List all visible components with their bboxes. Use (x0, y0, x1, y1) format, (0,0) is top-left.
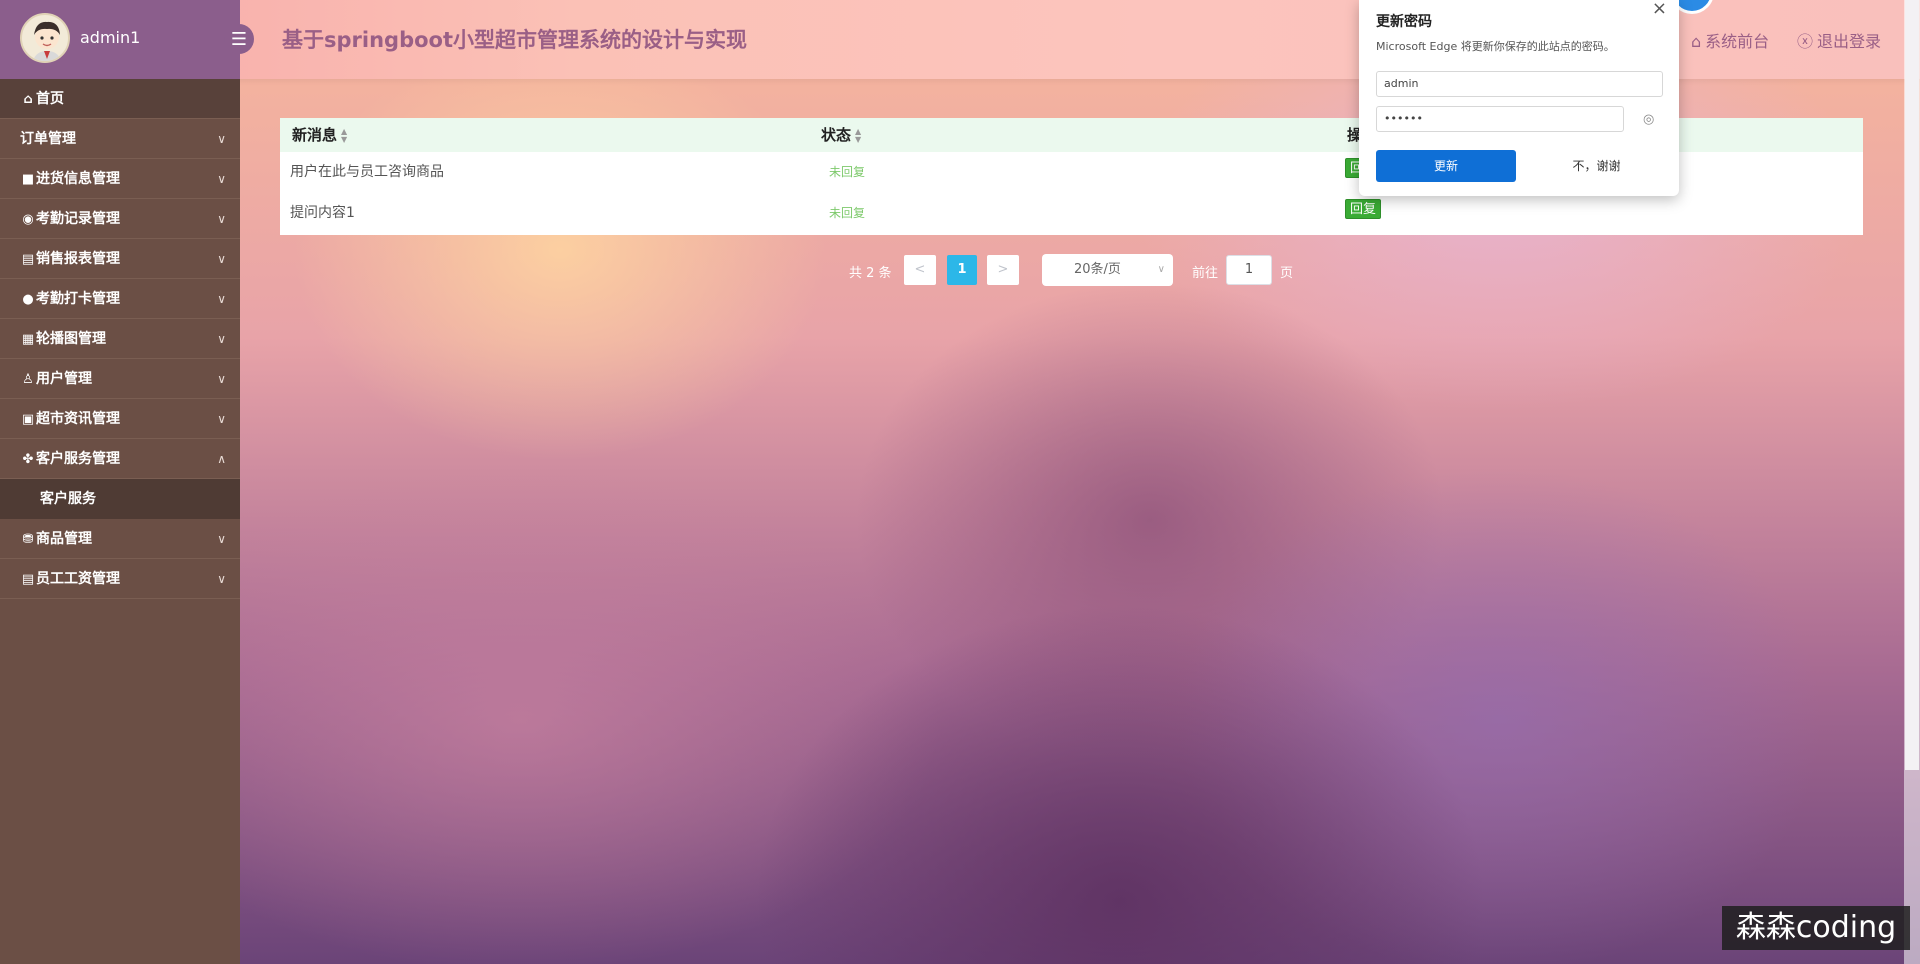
sidebar-item-goods[interactable]: ⛃ 商品管理 ∨ (0, 519, 240, 559)
chevron-down-icon: ∨ (217, 132, 226, 146)
sidebar-item-label: 超市资讯管理 (36, 411, 120, 427)
scrollbar-thumb[interactable] (1905, 0, 1919, 770)
sidebar-item-salary[interactable]: ▤ 员工工资管理 ∨ (0, 559, 240, 599)
avatar-icon (32, 21, 62, 61)
page-number-button[interactable]: 1 (947, 255, 977, 285)
chevron-down-icon: ∨ (217, 572, 226, 586)
service-icon: ✤ (22, 452, 34, 467)
salary-icon: ▤ (21, 572, 35, 587)
sidebar-item-news[interactable]: ▣ 超市资讯管理 ∨ (0, 399, 240, 439)
goto-page-input[interactable]: 1 (1226, 255, 1272, 285)
edge-password-popup: 更新密码 × Microsoft Edge 将更新你保存的此站点的密码。 adm… (1359, 0, 1679, 196)
hamburger-icon: ☰ (230, 28, 248, 50)
sort-icon[interactable]: ▲ ▼ (341, 127, 351, 144)
password-field[interactable]: •••••• (1376, 106, 1624, 132)
sidebar: ⌂ 首页 订单管理 ∨ ■ 进货信息管理 ∨ ◉ 考勤记录管理 ∨ ▤ 销售报表管理 ∨… (0, 79, 240, 964)
table-row: 提问内容1 未回复 回复 (280, 193, 1863, 234)
goto-label: 前往 (1192, 266, 1219, 281)
pagination: 共 2 条 < 1 > 20条/页 ∨ 前往 1 页 (0, 254, 1920, 286)
user-icon: ♙ (22, 372, 34, 387)
sidebar-subitem-customer-service[interactable]: 客户服务 (0, 479, 240, 519)
message-cell: 用户在此与员工咨询商品 (290, 164, 444, 180)
goods-icon: ⛃ (22, 532, 34, 547)
next-page-button[interactable]: > (987, 255, 1019, 285)
sidebar-item-label: 用户管理 (36, 371, 92, 387)
column-header-label: 新消息 (292, 126, 338, 144)
chevron-down-icon: ∨ (217, 332, 226, 346)
popup-description: Microsoft Edge 将更新你保存的此站点的密码。 (1376, 40, 1615, 53)
sidebar-item-label: 考勤记录管理 (36, 211, 120, 227)
sidebar-item-label: 首页 (36, 91, 64, 107)
page-size-select[interactable]: 20条/页 ∨ (1042, 254, 1173, 286)
news-icon: ▣ (21, 412, 35, 427)
chevron-down-icon: ∨ (217, 372, 226, 386)
close-circle-icon: ⓧ (1797, 32, 1814, 51)
sidebar-item-home[interactable]: ⌂ 首页 (0, 79, 240, 119)
page-unit-label: 页 (1280, 266, 1294, 281)
reply-button[interactable]: 回复 (1345, 199, 1382, 219)
watermark: 森森coding (1722, 906, 1910, 950)
sidebar-item-users[interactable]: ♙ 用户管理 ∨ (0, 359, 240, 399)
username: admin1 (80, 28, 141, 47)
sidebar-item-label: 考勤打卡管理 (36, 291, 120, 307)
circle-icon: ● (22, 292, 34, 307)
chevron-down-icon: ∨ (217, 172, 226, 186)
column-header-message[interactable]: 新消息 ▲ ▼ (292, 118, 351, 152)
sidebar-item-label: 客户服务管理 (36, 451, 120, 467)
chevron-up-icon: ∧ (217, 452, 226, 466)
popup-title: 更新密码 (1376, 14, 1432, 30)
chevron-down-icon: ∨ (217, 212, 226, 226)
chevron-down-icon: ∨ (217, 412, 226, 426)
pagination-total: 共 2 条 (849, 266, 892, 281)
record-icon: ◉ (22, 212, 34, 227)
chevron-down-icon: ∨ (1157, 264, 1165, 275)
logout-link[interactable]: ⓧ 退出登录 (1797, 28, 1881, 52)
column-header-status[interactable]: 状态 ▲ ▼ (821, 118, 865, 152)
site-title: 基于springboot小型超市管理系统的设计与实现 (282, 28, 747, 52)
sidebar-item-attendance-record[interactable]: ◉ 考勤记录管理 ∨ (0, 199, 240, 239)
sidebar-item-purchase[interactable]: ■ 进货信息管理 ∨ (0, 159, 240, 199)
prev-page-button[interactable]: < (904, 255, 936, 285)
home-icon: ⌂ (1691, 32, 1702, 51)
sidebar-item-carousel[interactable]: ▦ 轮播图管理 ∨ (0, 319, 240, 359)
status-cell: 未回复 (829, 165, 866, 179)
update-button[interactable]: 更新 (1376, 150, 1516, 182)
menu-toggle-button[interactable]: ☰ (224, 24, 254, 54)
close-icon[interactable]: × (1652, 0, 1667, 19)
sidebar-item-label: 轮播图管理 (36, 331, 106, 347)
avatar[interactable] (20, 13, 70, 63)
sidebar-item-label: 进货信息管理 (36, 171, 120, 187)
brand-area: admin1 (0, 0, 240, 79)
sidebar-item-label: 订单管理 (20, 131, 76, 147)
square-icon: ■ (21, 172, 35, 187)
front-site-label: 系统前台 (1705, 32, 1770, 51)
decline-button[interactable]: 不，谢谢 (1531, 150, 1662, 182)
status-cell: 未回复 (829, 206, 866, 220)
sidebar-item-label: 员工工资管理 (36, 571, 120, 587)
front-site-link[interactable]: ⌂ 系统前台 (1691, 28, 1769, 52)
sort-icon[interactable]: ▲ ▼ (855, 127, 865, 144)
username-field[interactable]: admin (1376, 71, 1663, 97)
chevron-down-icon: ∨ (217, 532, 226, 546)
page-size-value: 20条/页 (1074, 262, 1121, 277)
column-header-label: 状态 (821, 126, 852, 144)
sidebar-item-customer-service[interactable]: ✤ 客户服务管理 ∧ (0, 439, 240, 479)
message-cell: 提问内容1 (290, 205, 355, 221)
sidebar-item-label: 商品管理 (36, 531, 92, 547)
sidebar-item-orders[interactable]: 订单管理 ∨ (0, 119, 240, 159)
home-icon: ⌂ (23, 92, 33, 107)
eye-icon[interactable]: ◎ (1643, 112, 1654, 127)
logout-label: 退出登录 (1817, 32, 1882, 51)
image-icon: ▦ (21, 332, 35, 347)
